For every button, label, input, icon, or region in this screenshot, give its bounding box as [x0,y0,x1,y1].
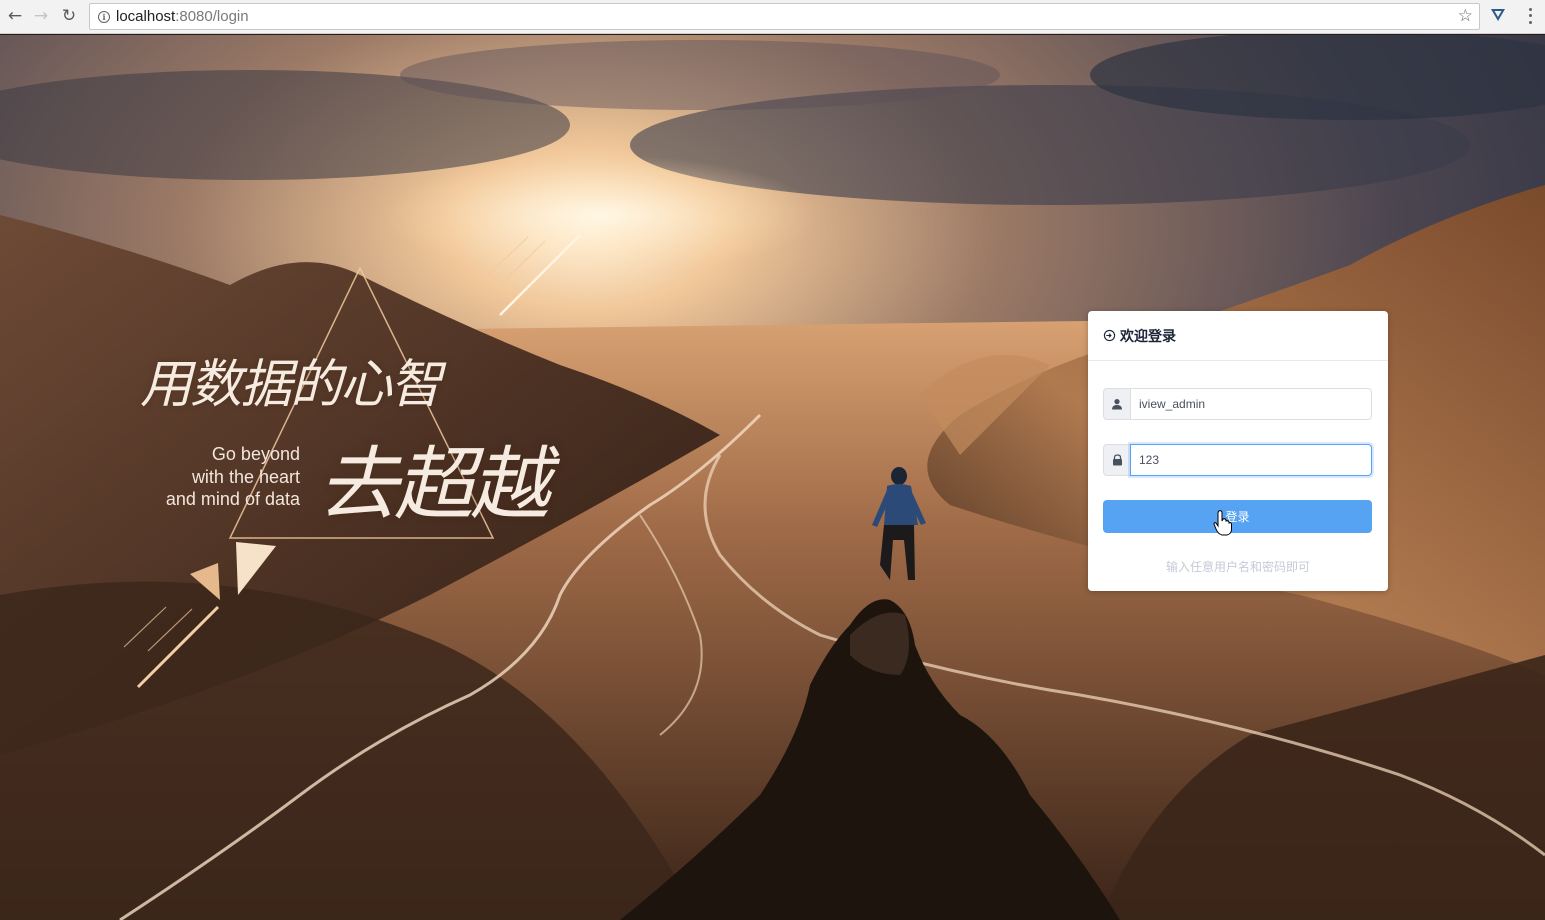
slogan-english-line-2: with the heart [191,466,300,487]
slogan-chinese-line-1: 用数据的心智 [140,355,442,415]
slogan-english-line-3: and mind of data [165,489,300,509]
url-port-path: :8080/login [175,8,249,25]
login-card-header: 欢迎登录 [1088,311,1388,361]
hand-cursor-icon [1213,510,1232,536]
login-card: 欢迎登录 iview_admin 123 登录 输入任意用户名和密码即可 [1088,311,1388,591]
reload-icon[interactable]: ↻ [58,5,80,27]
url-host: localhost [116,8,176,25]
forward-icon[interactable]: → [30,5,52,27]
browser-toolbar: ← → ↻ i localhost:8080/login ☆ [0,0,1545,34]
username-input[interactable]: iview_admin [1130,388,1372,420]
login-icon [1103,329,1116,342]
login-title: 欢迎登录 [1120,327,1176,344]
extension-icon[interactable] [1489,6,1507,24]
info-icon[interactable]: i [98,10,110,23]
slogan-chinese-line-2: 去超越 [318,438,550,531]
person-icon [1103,388,1130,420]
slogan-english: Go beyond with the heart and mind of dat… [140,443,300,511]
star-icon[interactable]: ☆ [1458,6,1473,26]
back-icon[interactable]: ← [4,5,26,27]
address-bar[interactable]: i localhost:8080/login ☆ [89,3,1480,30]
password-input[interactable]: 123 [1130,444,1372,476]
login-hint: 输入任意用户名和密码即可 [1165,560,1310,574]
slogan-english-line-1: Go beyond [211,444,300,464]
url-text: localhost:8080/login [116,8,249,25]
username-field: iview_admin [1103,388,1372,420]
password-field: 123 [1103,444,1372,476]
lock-icon [1103,444,1130,476]
login-button[interactable]: 登录 [1103,500,1372,533]
menu-icon[interactable] [1523,6,1537,26]
